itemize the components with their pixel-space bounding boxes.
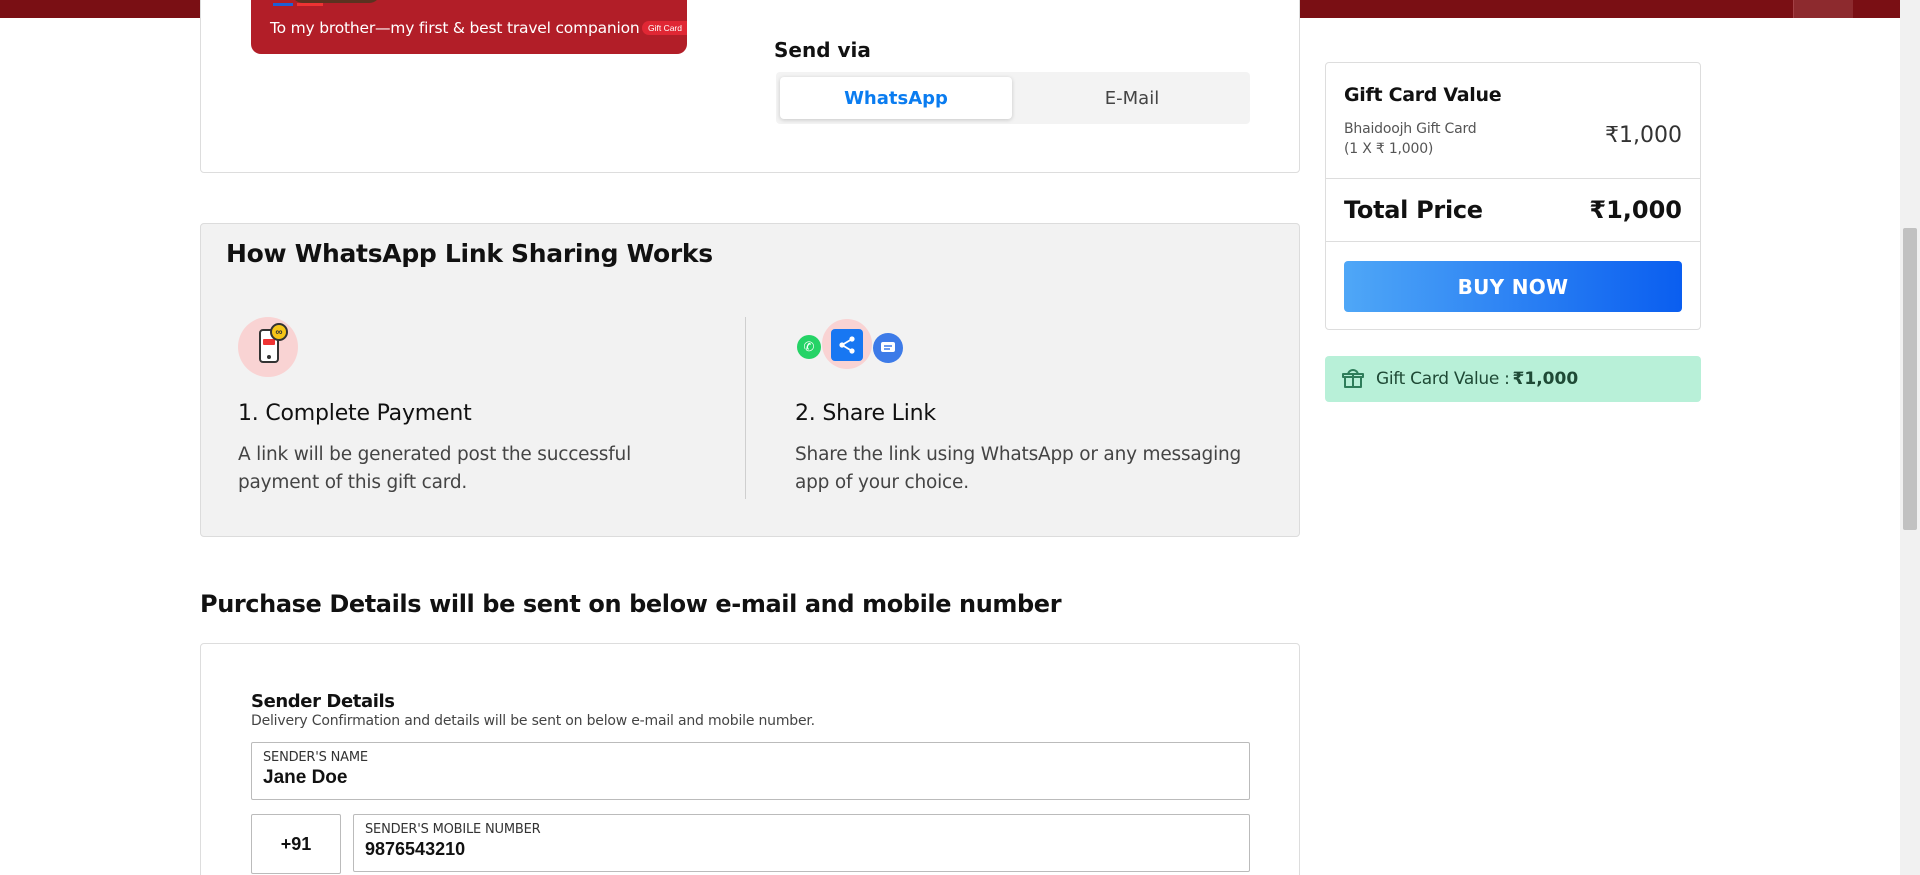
sender-details-subtitle: Delivery Confirmation and details will b…: [251, 713, 815, 729]
gift-card-message: To my brother—my first & best travel com…: [270, 19, 640, 37]
gift-card-value-bar: Gift Card Value : ₹1,000: [1325, 356, 1701, 402]
send-via-label: Send via: [774, 38, 871, 62]
summary-divider: [1326, 241, 1700, 242]
send-via-toggle: WhatsApp E-Mail: [776, 72, 1250, 124]
send-options-card: To my brother—my first & best travel com…: [200, 0, 1300, 173]
gift-icon: [1342, 369, 1364, 389]
gift-card-accent-red: [297, 3, 323, 6]
summary-divider: [1326, 178, 1700, 179]
sender-mobile-field[interactable]: SENDER'S MOBILE NUMBER: [353, 814, 1250, 872]
page-scrollbar[interactable]: [1900, 0, 1920, 875]
summary-item-name: Bhaidoojh Gift Card: [1344, 121, 1477, 137]
whatsapp-icon: ✆: [797, 335, 821, 359]
gift-value-label: Gift Card Value :: [1376, 369, 1510, 389]
summary-item-price: ₹1,000: [1605, 123, 1682, 148]
country-code-select[interactable]: +91: [251, 814, 341, 874]
sender-details-card: Sender Details Delivery Confirmation and…: [200, 643, 1300, 875]
message-icon: [873, 333, 903, 363]
step-complete-payment: ∞ 1. Complete Payment A link will be gen…: [238, 317, 708, 497]
step-title: 2. Share Link: [795, 401, 936, 426]
purchase-details-heading: Purchase Details will be sent on below e…: [200, 590, 1062, 618]
total-price-label: Total Price: [1344, 196, 1483, 224]
gift-value-amount: ₹1,000: [1512, 369, 1579, 389]
gift-card-tag: Gift Card: [641, 21, 687, 35]
step-description: A link will be generated post the succes…: [238, 444, 632, 493]
sender-mobile-input[interactable]: [365, 839, 1171, 860]
send-via-whatsapp-option[interactable]: WhatsApp: [780, 77, 1012, 119]
how-it-works-card: How WhatsApp Link Sharing Works ∞ 1. Com…: [200, 223, 1300, 537]
gift-card-preview: To my brother—my first & best travel com…: [251, 0, 687, 54]
sender-name-label: SENDER'S NAME: [263, 750, 368, 765]
sender-name-field[interactable]: SENDER'S NAME: [251, 742, 1250, 800]
summary-item-quantity: (1 X ₹ 1,000): [1344, 141, 1434, 157]
sender-mobile-label: SENDER'S MOBILE NUMBER: [365, 822, 541, 837]
scrollbar-thumb[interactable]: [1903, 228, 1917, 530]
phone-link-icon: ∞: [238, 317, 298, 377]
step-title: 1. Complete Payment: [238, 401, 472, 426]
sender-name-input[interactable]: [263, 767, 1161, 789]
banner-band-left: [0, 0, 200, 18]
step-share-link: ✆ 2. Share Link Share the link using Wha…: [795, 317, 1265, 497]
order-summary-card: Gift Card Value Bhaidoojh Gift Card (1 X…: [1325, 62, 1701, 330]
steps-divider: [745, 317, 746, 499]
send-via-email-option[interactable]: E-Mail: [1016, 77, 1248, 119]
step-description: Share the link using WhatsApp or any mes…: [795, 444, 1242, 493]
buy-now-button[interactable]: BUY NOW: [1344, 261, 1682, 312]
total-price-value: ₹1,000: [1589, 196, 1682, 224]
how-it-works-title: How WhatsApp Link Sharing Works: [226, 239, 713, 268]
summary-title: Gift Card Value: [1344, 84, 1502, 106]
banner-account-area[interactable]: [1793, 0, 1853, 18]
sender-details-title: Sender Details: [251, 691, 395, 712]
share-icons-group: ✆: [795, 317, 915, 377]
gift-card-accent-blue: [273, 3, 293, 6]
share-icon: [831, 329, 863, 361]
